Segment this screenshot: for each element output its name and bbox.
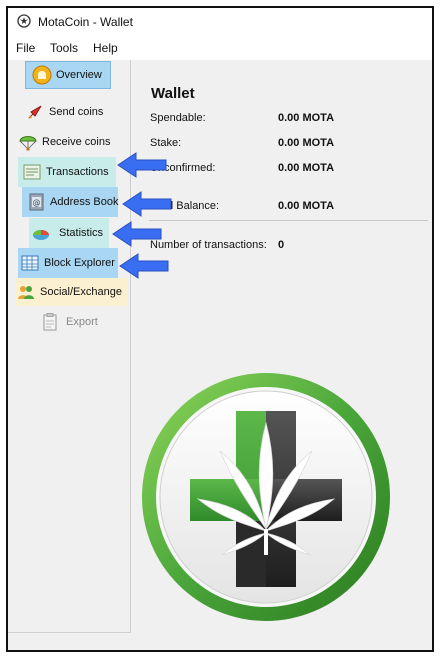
sidebar-item-label: Block Explorer (44, 257, 115, 269)
menu-bar: File Tools Help (8, 38, 432, 60)
sidebar-item-social-exchange[interactable]: Social/Exchange (16, 278, 128, 306)
menu-file[interactable]: File (16, 41, 35, 55)
unconfirmed-value: 0.00 MOTA (278, 162, 335, 174)
sidebar-item-statistics[interactable]: Statistics (29, 218, 109, 248)
sidebar-item-export[interactable]: Export (40, 309, 110, 335)
address-book-icon: @ (29, 193, 44, 211)
block-explorer-icon (21, 255, 39, 271)
spendable-label: Spendable: (150, 112, 206, 124)
sidebar-item-label: Social/Exchange (40, 286, 122, 298)
sidebar-item-receive-coins[interactable]: Receive coins (18, 129, 128, 155)
total-balance-value: 0.00 MOTA (278, 200, 335, 212)
sidebar-item-label: Address Book (50, 196, 119, 208)
sidebar-item-label: Send coins (49, 106, 104, 118)
rocket-icon (28, 105, 42, 119)
sidebar: Overview Send coins Receive coins Transa… (8, 60, 131, 633)
sidebar-item-address-book[interactable]: @ Address Book (22, 187, 118, 217)
sidebar-item-send-coins[interactable]: Send coins (25, 99, 125, 125)
overview-icon (32, 65, 52, 85)
title-bar: MotaCoin - Wallet (8, 8, 432, 36)
motacoin-cross-leaf-logo (142, 373, 390, 621)
sidebar-item-overview[interactable]: Overview (25, 61, 111, 89)
stake-value: 0.00 MOTA (278, 137, 335, 149)
spendable-value: 0.00 MOTA (278, 112, 335, 124)
sidebar-item-label: Statistics (59, 227, 104, 239)
parachute-icon (19, 136, 37, 151)
export-icon (43, 313, 57, 331)
sidebar-item-label: Receive coins (42, 136, 111, 148)
sidebar-item-block-explorer[interactable]: Block Explorer (18, 248, 118, 278)
stake-label: Stake: (150, 137, 182, 149)
people-icon (18, 286, 34, 299)
page-title: Wallet (151, 85, 195, 102)
sidebar-item-transactions[interactable]: Transactions (18, 157, 116, 187)
transactions-icon (23, 164, 41, 180)
transactions-count-value: 0 (278, 239, 285, 251)
divider (149, 220, 428, 221)
transactions-count-label: Number of transactions: (150, 239, 267, 251)
arrow-left-icon (117, 152, 167, 178)
pie-chart-icon (33, 230, 49, 240)
sidebar-item-label: Transactions (46, 166, 109, 178)
arrow-left-icon (119, 253, 169, 279)
arrow-left-icon (112, 221, 162, 247)
menu-tools[interactable]: Tools (50, 41, 78, 55)
app-window: MotaCoin - Wallet File Tools Help Overvi… (6, 6, 434, 652)
menu-help[interactable]: Help (93, 41, 118, 55)
sidebar-item-label: Overview (56, 69, 102, 81)
window-title: MotaCoin - Wallet (38, 15, 133, 29)
motacoin-logo-icon (17, 14, 31, 28)
svg-text:@: @ (33, 198, 41, 207)
arrow-left-icon (122, 191, 172, 217)
sidebar-item-label: Export (66, 316, 98, 328)
